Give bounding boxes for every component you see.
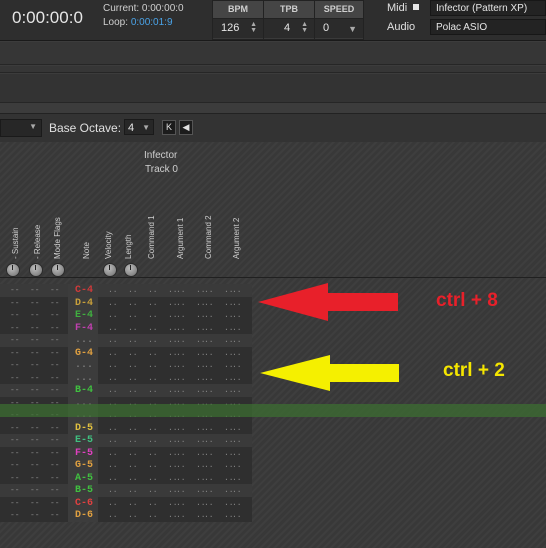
empty-strip [0, 66, 546, 73]
midi-checkbox[interactable] [413, 4, 419, 10]
speed-dropdown[interactable]: SPEED 0 ▼ [314, 0, 364, 40]
red-arrow [258, 283, 398, 321]
annotation-layer [258, 283, 399, 391]
midi-device-select[interactable]: Infector (Pattern XP) [430, 0, 546, 16]
bpm-value[interactable]: 126 [221, 22, 239, 34]
midi-label: Midi [387, 2, 408, 14]
audio-label: Audio [387, 21, 416, 33]
base-octave-select[interactable]: 4 ▼ [124, 119, 154, 135]
speaker-icon[interactable]: ◀ [179, 120, 193, 135]
base-octave-value[interactable]: 4 [128, 122, 134, 134]
speed-value[interactable]: 0 [323, 22, 329, 34]
pattern-editor: Infector Track 0 - Sustain - Release Mod… [0, 142, 546, 548]
empty-strip [0, 42, 546, 65]
bpm-spinner[interactable]: BPM 126 ▲ ▼ [212, 0, 264, 40]
dropdown-arrow-icon[interactable]: ▼ [348, 20, 357, 39]
current-time-label: Current: 0:00:00:0 [103, 3, 184, 14]
keyboard-button[interactable]: K [162, 120, 176, 135]
annotation-label-red: ctrl + 8 [436, 290, 498, 311]
dropdown-arrow-icon[interactable]: ▼ [142, 120, 150, 136]
loop-label: Loop: [103, 17, 131, 28]
audio-device-select[interactable]: Polac ASIO [430, 19, 546, 35]
loop-time-label: Loop: 0:00:01:9 [103, 17, 173, 28]
spinner-arrows-icon[interactable]: ▲ ▼ [250, 21, 257, 34]
yellow-arrow [260, 355, 399, 391]
annotation-label-yellow: ctrl + 2 [443, 360, 505, 381]
tpb-spinner[interactable]: TPB 4 ▲ ▼ [263, 0, 315, 40]
speed-label: SPEED [315, 1, 363, 19]
spinner-arrows-icon[interactable]: ▲ ▼ [301, 21, 308, 34]
empty-strip [0, 74, 546, 103]
transport-bar: 0:00:00:0 Current: 0:00:00:0 Loop: 0:00:… [0, 0, 546, 41]
tpb-label: TPB [264, 1, 314, 19]
loop-value: 0:00:01:9 [130, 17, 173, 28]
bpm-label: BPM [213, 1, 263, 19]
dropdown-arrow-icon[interactable]: ▼ [29, 122, 37, 131]
tpb-value[interactable]: 4 [284, 22, 290, 34]
base-octave-label: Base Octave: [49, 121, 122, 135]
time-display: 0:00:00:0 [12, 8, 83, 27]
machine-select[interactable]: ▼ [0, 119, 42, 137]
machine-toolbar: ▼ Base Octave: 4 ▼ K ◀ [0, 113, 546, 143]
